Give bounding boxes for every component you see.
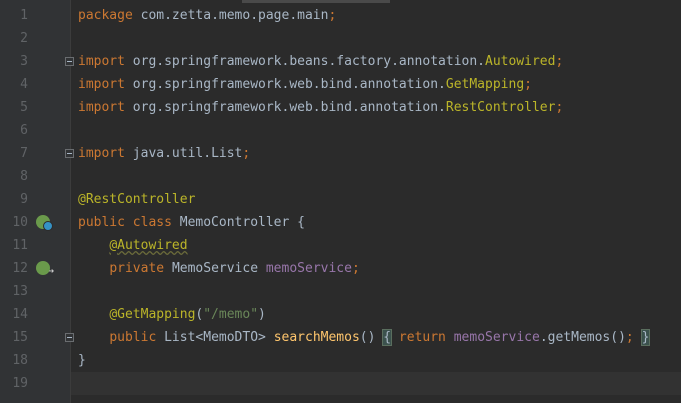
code-token: import — [78, 77, 133, 92]
code-token: ; — [524, 77, 532, 92]
code-text: @GetMapping("/memo") — [78, 303, 266, 326]
code-token: } — [78, 353, 86, 368]
code-text: import org.springframework.web.bind.anno… — [78, 73, 532, 96]
code-token: MemoController { — [179, 215, 305, 230]
code-token: { — [382, 329, 393, 346]
code-token: @Autowired — [109, 238, 188, 253]
line-number[interactable]: 6 — [0, 119, 28, 142]
code-line[interactable]: import org.springframework.web.bind.anno… — [71, 96, 681, 119]
code-line[interactable] — [71, 372, 681, 395]
code-token: ; — [625, 330, 634, 345]
code-token: RestController — [445, 100, 556, 115]
line-number[interactable]: 9 — [0, 188, 28, 211]
line-number[interactable]: 8 — [0, 165, 28, 188]
code-token: "/memo" — [203, 307, 259, 322]
code-text: } — [78, 349, 86, 372]
code-text: @Autowired — [78, 234, 188, 257]
code-token: ; — [555, 54, 564, 69]
code-text: import java.util.List; — [78, 142, 250, 165]
code-line[interactable]: import java.util.List; — [71, 142, 681, 165]
code-token: org.springframework.beans.factory.annota… — [132, 54, 485, 69]
code-line[interactable]: public List<MemoDTO> searchMemos() { ret… — [71, 326, 681, 349]
code-text: package com.zetta.memo.page.main; — [78, 4, 336, 27]
code-text: public List<MemoDTO> searchMemos() { ret… — [78, 326, 651, 349]
code-token: @GetMapping — [109, 307, 196, 322]
line-number[interactable]: 12 — [0, 257, 28, 280]
line-number[interactable]: 19 — [0, 372, 28, 395]
code-token: Autowired — [485, 54, 556, 69]
code-token: org.springframework.web.bind.annotation. — [132, 77, 446, 92]
code-token: ) — [258, 307, 266, 322]
line-number[interactable]: 2 — [0, 27, 28, 50]
code-token: com.zetta.memo.page.main — [140, 8, 329, 23]
code-token: package — [78, 8, 141, 23]
line-number[interactable]: 1 — [0, 4, 28, 27]
code-text: import org.springframework.beans.factory… — [78, 50, 563, 73]
code-token: private — [109, 261, 172, 276]
line-number[interactable]: 10 — [0, 211, 28, 234]
code-token: public — [109, 330, 165, 345]
code-token: .getMemos() — [539, 330, 626, 345]
code-token: java.util.List — [132, 146, 243, 161]
code-token: () — [359, 330, 384, 345]
code-token: searchMemos — [273, 330, 360, 345]
code-token: import — [78, 54, 133, 69]
code-text: private MemoService memoService; — [78, 257, 360, 280]
navigate-arrow-icon: ➜ — [48, 267, 54, 277]
code-token: List<MemoDTO> — [164, 330, 274, 345]
code-token: ; — [242, 146, 251, 161]
spring-bean-class-icon[interactable] — [36, 215, 53, 231]
fold-toggle-icon[interactable] — [65, 57, 74, 66]
line-number[interactable]: 13 — [0, 280, 28, 303]
fold-toggle-icon[interactable] — [65, 333, 74, 342]
code-line[interactable]: } — [71, 349, 681, 372]
code-line[interactable] — [71, 280, 681, 303]
code-token: org.springframework.web.bind.annotation. — [132, 100, 446, 115]
line-number[interactable]: 14 — [0, 303, 28, 326]
code-text: @RestController — [78, 188, 195, 211]
line-number[interactable]: 3 — [0, 50, 28, 73]
code-token: return — [391, 330, 454, 345]
code-line[interactable]: @GetMapping("/memo") — [71, 303, 681, 326]
line-number[interactable]: 18 — [0, 349, 28, 372]
code-token: import — [78, 100, 133, 115]
badge-dot-icon — [43, 221, 53, 231]
code-text: public class MemoController { — [78, 211, 305, 234]
code-token: ; — [351, 261, 360, 276]
code-token: public class — [78, 215, 180, 230]
code-line[interactable]: import org.springframework.beans.factory… — [71, 50, 681, 73]
code-line[interactable]: @Autowired — [71, 234, 681, 257]
code-token: ; — [328, 8, 337, 23]
code-token: GetMapping — [445, 77, 525, 92]
code-token: ; — [555, 100, 564, 115]
fold-toggle-icon[interactable] — [65, 149, 74, 158]
code-token: memoService — [453, 330, 540, 345]
code-line[interactable]: import org.springframework.web.bind.anno… — [71, 73, 681, 96]
code-editor[interactable]: package com.zetta.memo.page.main; import … — [71, 0, 681, 403]
code-token: @RestController — [78, 192, 196, 207]
code-token: } — [640, 329, 651, 346]
code-line[interactable]: public class MemoController { — [71, 211, 681, 234]
code-line[interactable] — [71, 165, 681, 188]
code-line[interactable] — [71, 27, 681, 50]
line-number[interactable]: 7 — [0, 142, 28, 165]
code-text: import org.springframework.web.bind.anno… — [78, 96, 563, 119]
line-number[interactable]: 11 — [0, 234, 28, 257]
code-line[interactable]: package com.zetta.memo.page.main; — [71, 4, 681, 27]
code-line[interactable] — [71, 119, 681, 142]
line-number[interactable]: 4 — [0, 73, 28, 96]
code-line[interactable]: private MemoService memoService; — [71, 257, 681, 280]
spring-bean-autowired-icon[interactable]: ➜ — [36, 261, 54, 277]
line-number[interactable]: 5 — [0, 96, 28, 119]
code-token: MemoService — [171, 261, 266, 276]
code-token: import — [78, 146, 133, 161]
code-line[interactable]: @RestController — [71, 188, 681, 211]
code-token: memoService — [265, 261, 352, 276]
line-number[interactable]: 15 — [0, 326, 28, 349]
